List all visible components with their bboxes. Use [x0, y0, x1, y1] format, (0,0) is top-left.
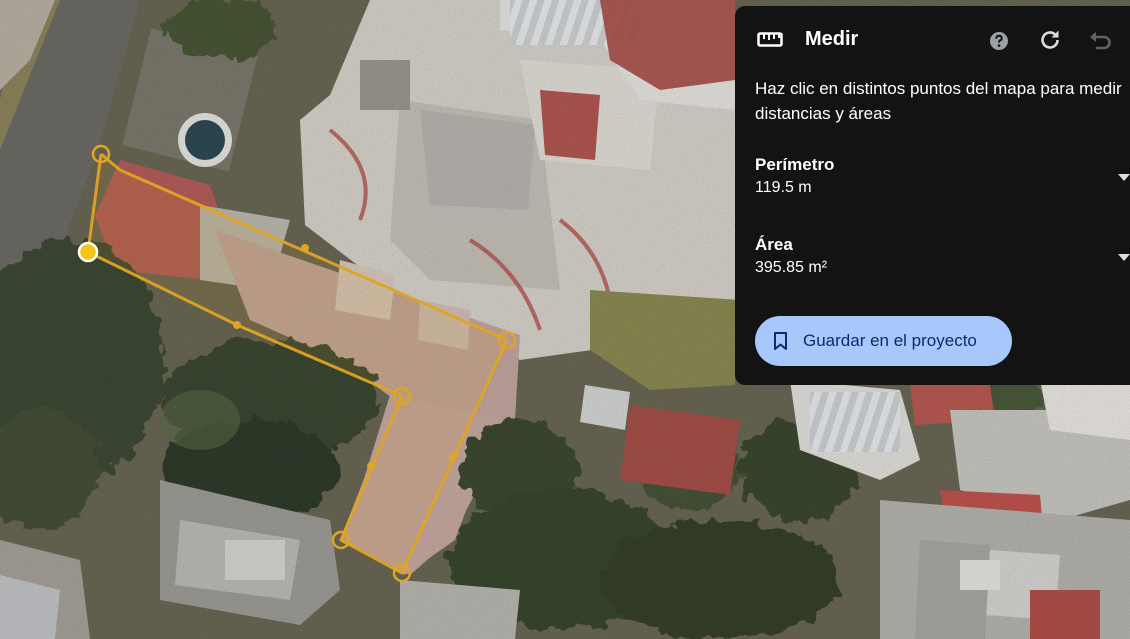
save-button-label: Guardar en el proyecto: [803, 331, 977, 350]
undo-icon[interactable]: [1087, 27, 1113, 53]
perimeter-label: Perímetro: [755, 155, 835, 174]
midpoint-handle[interactable]: [233, 321, 241, 329]
perimeter-value: 119.5 m: [755, 179, 812, 196]
instructions: Haz clic en distintos puntos del mapa pa…: [755, 76, 1130, 126]
area-section[interactable]: Área 395.85 m²: [755, 234, 1130, 284]
midpoint-handle[interactable]: [449, 453, 457, 461]
panel-title: Medir: [805, 28, 859, 50]
ruler-icon: [757, 32, 783, 47]
area-value: 395.85 m²: [755, 259, 828, 276]
measure-panel: Medir Haz clic en distintos puntos del m…: [735, 6, 1130, 385]
instructions-line: distancias y áreas: [755, 104, 892, 123]
bookmark-icon: [774, 332, 787, 350]
midpoint-handle[interactable]: [367, 462, 375, 470]
instructions-line: Haz clic en distintos puntos del mapa pa…: [755, 79, 1122, 98]
reload-icon[interactable]: [1037, 27, 1063, 53]
midpoint-handle[interactable]: [301, 244, 309, 252]
help-icon[interactable]: [988, 30, 1010, 52]
active-vertex[interactable]: [77, 241, 99, 263]
area-label: Área: [755, 235, 793, 254]
perimeter-section[interactable]: Perímetro 119.5 m: [755, 154, 1130, 204]
save-to-project-button[interactable]: Guardar en el proyecto: [755, 316, 1012, 366]
chevron-down-icon[interactable]: [1117, 172, 1130, 182]
panel-header: Medir: [735, 6, 1130, 76]
chevron-down-icon[interactable]: [1117, 252, 1130, 262]
